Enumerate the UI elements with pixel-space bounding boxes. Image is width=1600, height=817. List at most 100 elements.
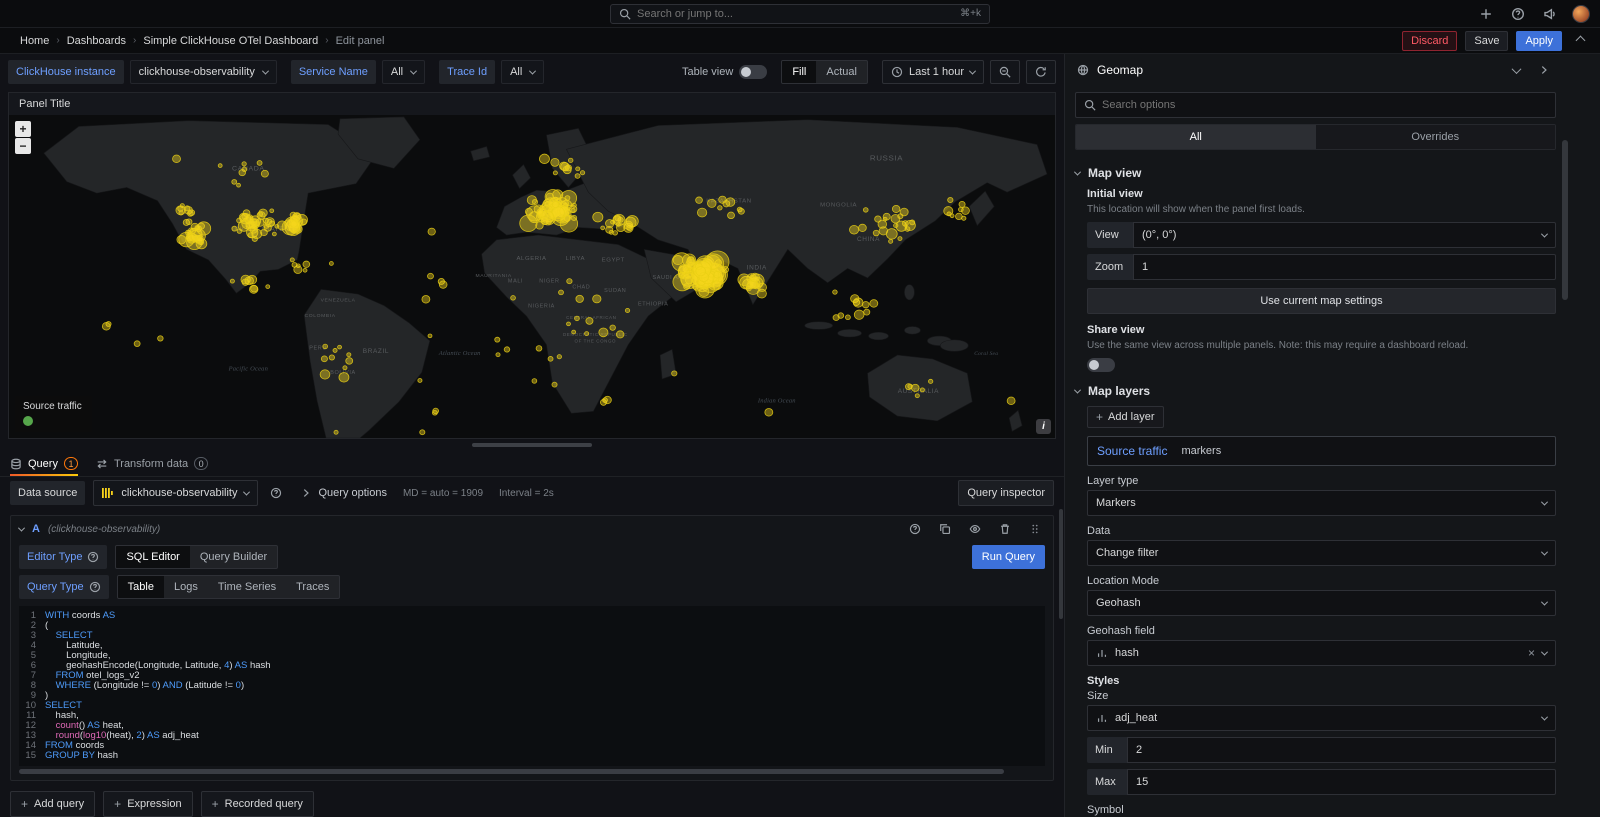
datasource-picker[interactable]: clickhouse-observability [93, 480, 258, 506]
options-search[interactable] [1075, 92, 1556, 118]
layer-item-source-traffic[interactable]: Source traffic markers [1087, 436, 1556, 466]
svg-text:VENEZUELA: VENEZUELA [321, 298, 356, 304]
query-type-label: Query Type [19, 575, 109, 599]
options-tab-overrides[interactable]: Overrides [1316, 125, 1556, 149]
initial-view-label: Initial view [1087, 188, 1556, 200]
remove-query-button[interactable] [995, 519, 1015, 539]
sql-editor[interactable]: 1WITH coords AS2(3 SELECT4 Latitude,5 Lo… [19, 606, 1045, 766]
panel-resize-handle[interactable] [0, 439, 1064, 451]
help-circle-icon [909, 523, 921, 535]
query-inspector-button[interactable]: Query inspector [958, 480, 1054, 506]
query-type-row: Query Type Table Logs Time Series Traces [11, 572, 1053, 602]
location-mode-select[interactable]: Geohash [1087, 590, 1556, 616]
section-map-view-header[interactable]: Map view [1075, 154, 1556, 186]
max-label: Max [1087, 769, 1127, 795]
viz-picker-toggle[interactable] [1506, 60, 1526, 80]
hide-query-button[interactable] [965, 519, 985, 539]
options-search-input[interactable] [1102, 99, 1547, 111]
new-button[interactable] [1476, 4, 1496, 24]
duplicate-query-button[interactable] [935, 519, 955, 539]
section-map-layers-header[interactable]: Map layers [1075, 372, 1556, 404]
datasource-help-button[interactable] [266, 483, 286, 503]
news-button[interactable] [1540, 4, 1560, 24]
layer-type-select[interactable]: Markers [1087, 490, 1556, 516]
use-current-map-settings-button[interactable]: Use current map settings [1087, 288, 1556, 314]
add-expression-button[interactable]: +Expression [103, 791, 192, 817]
clickhouse-logo [102, 487, 114, 499]
grafana-logo[interactable] [10, 5, 28, 23]
map-attribution-button[interactable]: i [1036, 419, 1051, 434]
table-view-toggle[interactable] [739, 65, 767, 79]
styles-label: Styles [1087, 675, 1556, 687]
var-value-service-name[interactable]: All [382, 60, 425, 84]
tab-query[interactable]: Query 1 [10, 451, 78, 476]
avatar[interactable] [1572, 5, 1590, 23]
share-view-toggle[interactable] [1087, 358, 1115, 372]
options-scrollbar[interactable] [1562, 140, 1568, 300]
refresh-button[interactable] [1026, 60, 1056, 84]
time-range-picker[interactable]: Last 1 hour [882, 60, 984, 84]
size-label: Size [1087, 690, 1556, 702]
query-row-header[interactable]: A (clickhouse-observability) [11, 516, 1053, 542]
svg-text:BRAZIL: BRAZIL [363, 348, 389, 355]
breadcrumb-dashboards[interactable]: Dashboards [67, 35, 126, 47]
query-type-traces[interactable]: Traces [286, 576, 339, 598]
geohash-field-select[interactable]: hash × [1087, 640, 1556, 666]
zoom-label: Zoom [1087, 254, 1133, 280]
add-query-button[interactable]: +Add query [10, 791, 95, 817]
tab-transform-data[interactable]: Transform data 0 [96, 451, 208, 476]
data-select[interactable]: Change filter [1087, 540, 1556, 566]
sql-editor-scrollbar[interactable] [19, 769, 1045, 774]
max-input[interactable] [1127, 769, 1556, 795]
query-options-toggle[interactable]: Query options [300, 487, 386, 499]
zoom-input[interactable] [1133, 254, 1556, 280]
var-value-clickhouse-instance[interactable]: clickhouse-observability [130, 60, 277, 84]
view-select[interactable]: (0°, 0°) [1133, 222, 1556, 248]
var-label-trace-id: Trace Id [439, 60, 495, 84]
geomap-canvas[interactable]: RUSSIACANADAUNITED STATESKAZAKHSTANMONGO… [9, 115, 1055, 438]
query-type-table[interactable]: Table [118, 576, 164, 598]
code-line: 3 SELECT [19, 631, 1045, 641]
chevron-down-icon [1541, 230, 1548, 237]
drag-query-handle[interactable] [1025, 519, 1045, 539]
discard-button[interactable]: Discard [1402, 31, 1457, 51]
svg-text:MONGOLIA: MONGOLIA [820, 203, 857, 209]
collapse-navbar-button[interactable] [1570, 31, 1590, 51]
layer-name[interactable]: Source traffic [1097, 444, 1167, 458]
left-scrollbar[interactable] [1059, 509, 1063, 619]
global-search[interactable]: ⌘+k [610, 4, 990, 24]
run-query-button[interactable]: Run Query [972, 545, 1045, 569]
query-type-group: Table Logs Time Series Traces [117, 575, 341, 599]
editor-type-sql[interactable]: SQL Editor [116, 546, 189, 568]
query-help-button[interactable] [905, 519, 925, 539]
section-map-view: Map view Initial view This location will… [1075, 154, 1556, 372]
add-layer-button[interactable]: +Add layer [1087, 406, 1164, 428]
var-value-trace-id[interactable]: All [501, 60, 544, 84]
query-type-logs[interactable]: Logs [164, 576, 208, 598]
breadcrumb-home[interactable]: Home [20, 35, 49, 47]
editor-type-builder[interactable]: Query Builder [190, 546, 277, 568]
breadcrumb-dashboard-name[interactable]: Simple ClickHouse OTel Dashboard [143, 35, 318, 47]
map-zoom-in-button[interactable]: + [15, 121, 31, 137]
table-view-label: Table view [682, 66, 733, 78]
var-label-clickhouse-instance: ClickHouse instance [8, 60, 124, 84]
size-field-select[interactable]: adj_heat [1087, 705, 1556, 731]
fill-button[interactable]: Fill [782, 61, 816, 83]
chevron-down-icon [1541, 713, 1548, 720]
save-button[interactable]: Save [1465, 31, 1508, 51]
add-recorded-query-button[interactable]: +Recorded query [201, 791, 314, 817]
actual-button[interactable]: Actual [816, 61, 867, 83]
share-view-desc: Use the same view across multiple panels… [1087, 339, 1527, 352]
help-button[interactable] [1508, 4, 1528, 24]
global-search-input[interactable] [637, 8, 954, 20]
options-tab-all[interactable]: All [1076, 125, 1316, 149]
panel-header[interactable]: Panel Title [9, 93, 1055, 115]
svg-text:NIGERIA: NIGERIA [528, 304, 555, 310]
query-type-timeseries[interactable]: Time Series [208, 576, 286, 598]
map-zoom-out-button[interactable]: − [15, 138, 31, 154]
time-zoom-out-button[interactable] [990, 60, 1020, 84]
clear-icon[interactable]: × [1528, 647, 1535, 659]
apply-button[interactable]: Apply [1516, 31, 1562, 51]
collapse-options-button[interactable] [1534, 60, 1554, 80]
min-input[interactable] [1127, 737, 1556, 763]
